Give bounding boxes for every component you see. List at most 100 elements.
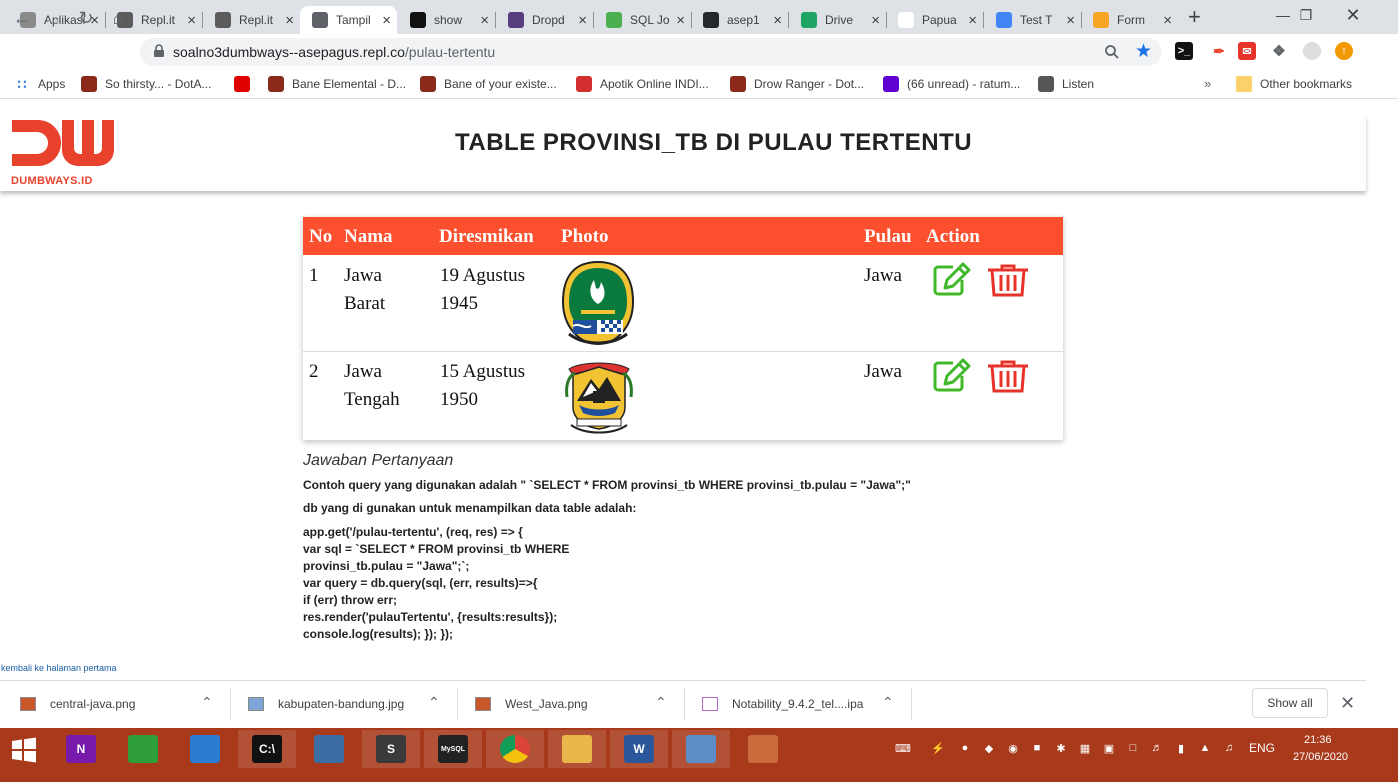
taskbar-app[interactable] [734,730,792,768]
eyedropper-extension-icon[interactable]: ✒ [1210,42,1228,60]
taskbar-app[interactable]: C:\ [238,730,296,768]
download-item[interactable]: kabupaten-bandung.jpg [248,694,404,714]
tab-close-icon[interactable]: × [480,13,489,28]
taskbar-app[interactable] [300,730,358,768]
home-button[interactable]: ⌂ [106,6,130,30]
taskbar-app[interactable] [114,730,172,768]
tray-app-icon[interactable]: ▦ [1077,740,1093,756]
extensions-puzzle-icon[interactable]: ❖ [1270,42,1288,60]
bookmark-item[interactable]: ∷ Apps [14,75,66,93]
close-icon[interactable]: ✕ [1340,693,1355,714]
tray-app-icon[interactable]: ▣ [1101,740,1117,756]
browser-tab[interactable]: Form × [1081,6,1178,34]
browser-tab[interactable]: Papua × [886,6,983,34]
keyboard-icon[interactable]: ⌨ [888,740,918,756]
bookmarks-overflow-chevron[interactable]: » [1204,76,1211,91]
tab-close-icon[interactable]: × [1066,13,1075,28]
bookmark-item[interactable]: Bane Elemental - D... [268,75,406,93]
tab-close-icon[interactable]: × [578,13,587,28]
bookmark-label: Bane of your existe... [444,77,557,91]
back-button[interactable]: ← [10,6,34,30]
taskbar-app[interactable]: W [610,730,668,768]
show-all-button[interactable]: Show all [1252,688,1328,718]
apotik-icon [576,76,592,92]
tray-app-icon[interactable]: □ [1125,740,1141,756]
battery-icon[interactable]: ▮ [1173,740,1189,756]
other-bookmarks[interactable]: Other bookmarks [1236,75,1352,93]
tab-close-icon[interactable]: × [382,13,391,28]
close-window-button[interactable]: ✕ [1330,0,1376,30]
wifi-signal-icon[interactable]: ▲ [1197,740,1213,756]
tray-app-icon[interactable]: ◆ [981,740,997,756]
browser-tab[interactable]: show × [398,6,495,34]
profile-avatar-icon[interactable] [1303,42,1321,60]
update-menu-icon[interactable]: ↑ [1335,42,1353,60]
tray-app-icon[interactable]: ◉ [1005,740,1021,756]
bookmark-star-icon[interactable]: ★ [1135,40,1152,63]
bookmark-item[interactable]: Bane of your existe... [420,75,557,93]
taskbar-app[interactable]: S [362,730,420,768]
feedback-extension-icon[interactable]: ✉ [1238,42,1256,60]
back-to-home-link[interactable]: kembali ke halaman pertama [1,663,117,673]
tab-close-icon[interactable]: × [676,13,685,28]
tab-close-icon[interactable]: × [968,13,977,28]
header-diresmikan: Diresmikan [439,226,534,247]
edit-icon[interactable] [933,358,971,392]
tray-app-icon[interactable]: ⚡ [930,740,946,756]
taskbar-app[interactable] [486,730,544,768]
chevron-up-icon[interactable]: ⌃ [882,694,894,711]
browser-tab[interactable]: Dropd × [496,6,593,34]
lock-icon[interactable] [152,44,166,58]
chevron-up-icon[interactable]: ⌃ [201,694,213,711]
download-item[interactable]: central-java.png [20,694,135,714]
onenote-icon: N [66,735,96,763]
delete-trash-icon[interactable] [986,360,1030,394]
delete-trash-icon[interactable] [986,264,1030,298]
clock-date[interactable]: 27/06/2020 [1293,751,1348,763]
bookmark-item[interactable]: So thirsty... - DotA... [81,75,211,93]
tray-app-icon[interactable]: ■ [1029,740,1045,756]
volume-icon[interactable]: ♬ [1149,740,1165,756]
zoom-search-icon[interactable] [1104,44,1120,60]
tab-title: Tampil [336,13,371,27]
tab-close-icon[interactable]: × [1163,13,1172,28]
language-indicator[interactable]: ENG [1249,741,1275,755]
browser-tab[interactable]: Tampil × [300,6,397,34]
clock-time[interactable]: 21:36 [1304,734,1332,746]
windows-start-icon[interactable] [10,736,38,764]
taskbar-app[interactable]: MySQL [424,730,482,768]
download-item[interactable]: Notability_9.4.2_tel....ipa [702,694,863,714]
tab-close-icon[interactable]: × [871,13,880,28]
bookmark-item[interactable]: Apotik Online INDI... [576,75,709,93]
bookmark-item[interactable]: Drow Ranger - Dot... [730,75,864,93]
chevron-up-icon[interactable]: ⌃ [428,694,440,711]
taskbar-app[interactable]: N [52,730,110,768]
forward-button[interactable]: → [42,6,66,30]
restore-button[interactable]: ❐ [1283,0,1329,30]
reload-button[interactable]: ↻ [74,6,98,30]
tab-close-icon[interactable]: × [187,13,196,28]
terminal-extension-icon[interactable]: >_ [1175,42,1193,60]
bluetooth-icon[interactable]: ✱ [1053,740,1069,756]
taskbar-app[interactable] [548,730,606,768]
browser-tab[interactable]: asep1 × [691,6,788,34]
download-item[interactable]: West_Java.png [475,694,588,714]
tab-title: Drive [825,13,854,27]
bookmark-item[interactable]: (66 unread) - ratum... [883,75,1020,93]
taskbar-app[interactable] [672,730,730,768]
zoom-tray-icon[interactable]: ● [957,740,973,756]
new-tab-button[interactable]: + [1188,6,1201,28]
bookmark-item[interactable] [234,75,258,93]
chevron-up-icon[interactable]: ⌃ [655,694,667,711]
tab-close-icon[interactable]: × [773,13,782,28]
browser-tab[interactable]: SQL Jo × [594,6,691,34]
browser-tab[interactable]: Repl.it × [203,6,300,34]
browser-tab[interactable]: Test T × [984,6,1081,34]
terminal-icon [410,12,426,28]
edit-icon[interactable] [933,262,971,296]
browser-tab[interactable]: Drive × [789,6,886,34]
speaker-icon[interactable]: ♫ [1221,740,1237,756]
taskbar-app[interactable] [176,730,234,768]
bookmark-item[interactable]: Listen [1038,75,1094,93]
tab-close-icon[interactable]: × [285,13,294,28]
